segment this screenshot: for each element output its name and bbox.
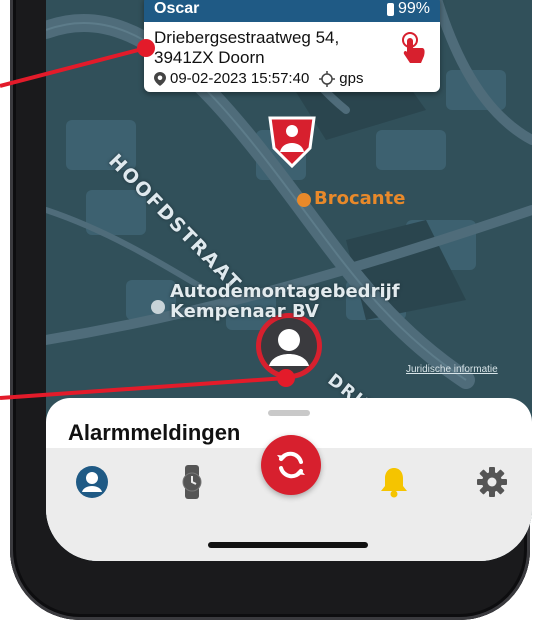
person-icon	[76, 466, 108, 498]
battery-status: 99%	[386, 0, 430, 18]
restaurant-icon	[297, 193, 311, 207]
address-line2: 3941ZX Doorn	[154, 48, 265, 67]
address-line1: Driebergsestraatweg 54,	[154, 28, 340, 47]
gear-icon	[477, 467, 507, 497]
location-meta: 09-02-2023 15:57:40 gps	[154, 70, 430, 87]
tab-person[interactable]	[72, 462, 112, 502]
location-pin-icon	[154, 71, 166, 86]
card-header: Oscar 99%	[144, 0, 440, 22]
location-card[interactable]: Oscar 99% Driebergsestraatweg 54, 3941ZX…	[144, 0, 440, 92]
bell-icon	[381, 468, 407, 498]
poi-garage[interactable]: Autodemontagebedrijf Kempenaar BV	[170, 282, 400, 322]
home-indicator[interactable]	[208, 542, 368, 548]
poi-garage-line1: Autodemontagebedrijf	[170, 281, 400, 302]
address: Driebergsestraatweg 54, 3941ZX Doorn	[154, 28, 384, 68]
sync-icon	[277, 451, 305, 479]
location-source: gps	[339, 70, 364, 87]
crosshair-icon	[319, 70, 336, 87]
sheet-title: Alarmmeldingen	[68, 420, 241, 445]
card-body: Driebergsestraatweg 54, 3941ZX Doorn 09-…	[144, 22, 440, 92]
tap-hand-icon[interactable]	[400, 32, 428, 64]
legal-link[interactable]: Juridische informatie	[406, 364, 498, 375]
tab-watch[interactable]	[172, 462, 212, 502]
sync-button[interactable]	[261, 435, 321, 495]
poi-garage-line2: Kempenaar BV	[170, 301, 319, 322]
battery-level: 99%	[397, 0, 430, 17]
timestamp: 09-02-2023 15:57:40	[170, 70, 310, 87]
tab-settings[interactable]	[472, 462, 512, 502]
poi-brocante[interactable]: Brocante	[314, 188, 405, 209]
tab-alarms[interactable]	[374, 462, 414, 502]
battery-icon	[386, 2, 394, 16]
device-name: Oscar	[154, 0, 200, 17]
watch-icon	[182, 465, 202, 499]
user-location-marker	[256, 313, 322, 379]
car-icon	[151, 300, 165, 314]
phone-frame: HOOFDSTRAAT DRIE Brocante Autodemontageb…	[10, 0, 532, 620]
sheet-grab-handle[interactable]	[268, 410, 310, 416]
app-screen: HOOFDSTRAAT DRIE Brocante Autodemontageb…	[46, 0, 532, 561]
